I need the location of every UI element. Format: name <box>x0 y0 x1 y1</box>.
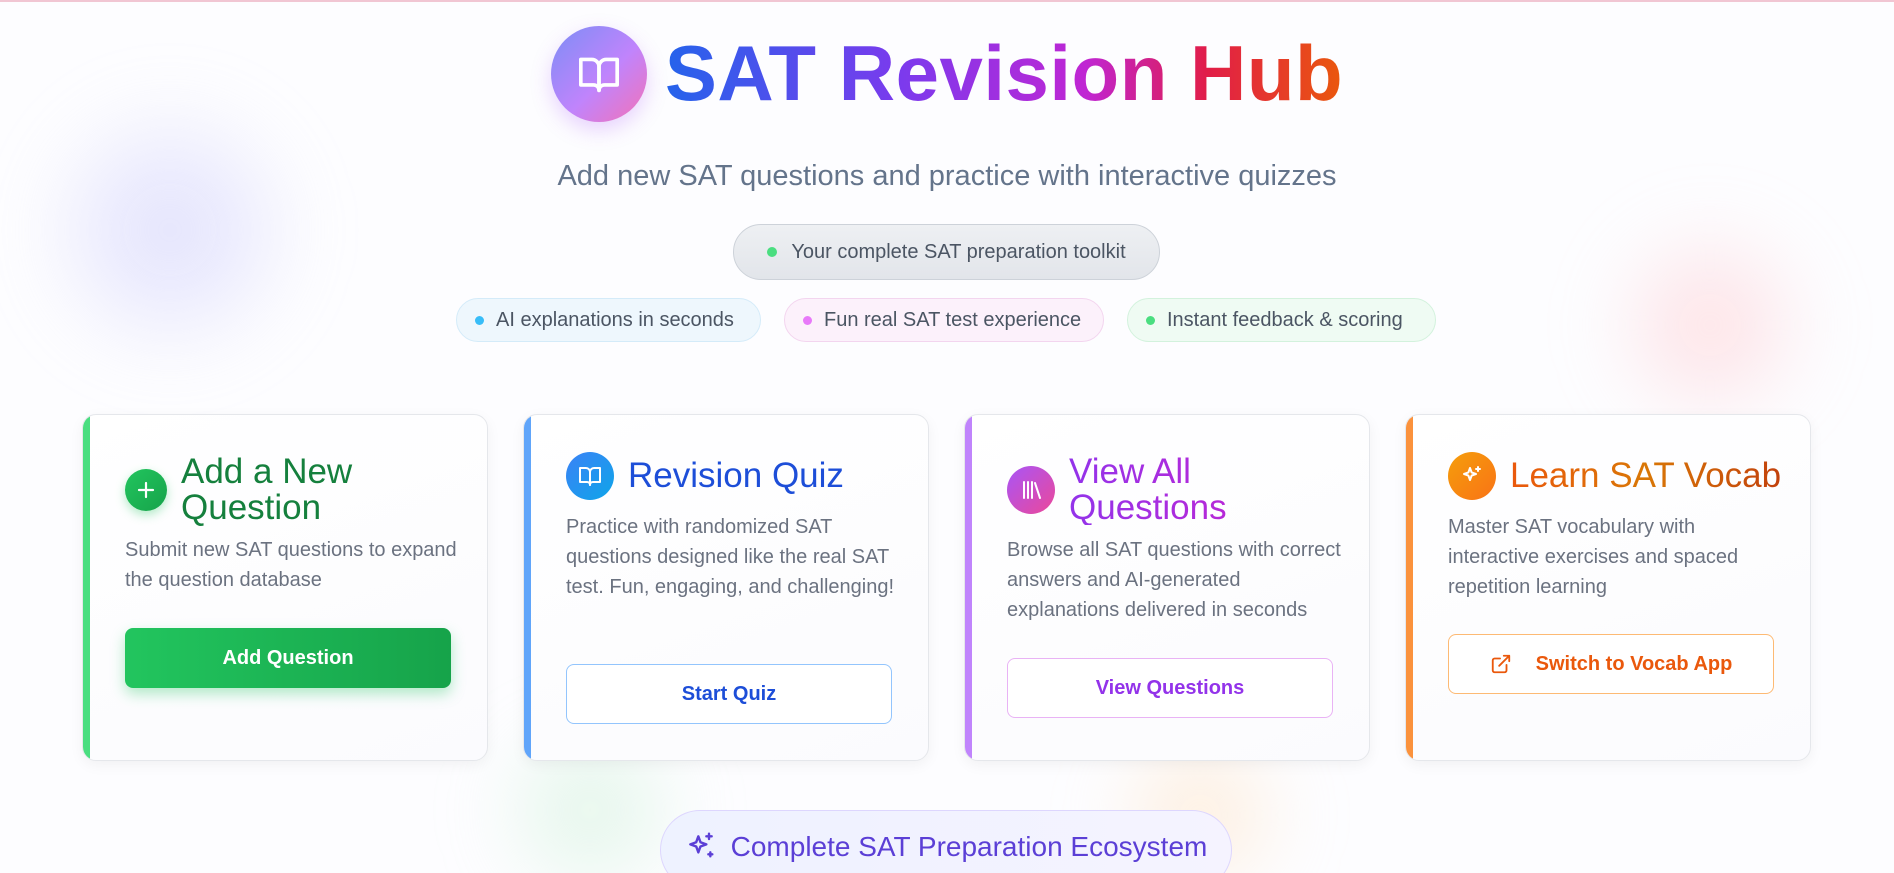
card-view-questions: View All Questions Browse all SAT questi… <box>964 414 1370 761</box>
card-icon-badge <box>1448 452 1496 500</box>
card-add-question: Add a New Question Submit new SAT questi… <box>82 414 488 761</box>
card-description: Browse all SAT questions with correct an… <box>1007 539 1341 621</box>
feature-pill-text: AI explanations in seconds <box>496 308 734 331</box>
sparkles-icon <box>688 832 714 858</box>
card-title: View All Questions <box>1069 454 1269 526</box>
open-book-icon <box>578 57 619 93</box>
feature-pill-real-sat: Fun real SAT test experience <box>784 298 1104 342</box>
card-learn-vocab: Learn SAT Vocab Master SAT vocabulary wi… <box>1405 414 1811 761</box>
switch-to-vocab-label: Switch to Vocab App <box>1535 652 1733 675</box>
toolkit-badge-text: Your complete SAT preparation toolkit <box>791 240 1126 263</box>
feature-pill-text: Fun real SAT test experience <box>824 308 1082 331</box>
card-title: Revision Quiz <box>628 456 844 496</box>
background-blob <box>20 90 320 370</box>
ecosystem-banner-text: Complete SAT Preparation Ecosystem <box>730 831 1208 862</box>
card-description: Submit new SAT questions to expand the q… <box>125 539 457 591</box>
card-icon-badge <box>566 452 614 500</box>
open-book-icon <box>579 467 601 486</box>
card-description: Practice with randomized SAT questions d… <box>566 516 895 598</box>
card-accent-bar <box>83 415 90 760</box>
status-dot <box>767 247 778 257</box>
background-blob <box>1590 210 1830 440</box>
feature-dot <box>475 315 484 325</box>
card-accent-bar <box>524 415 531 760</box>
switch-to-vocab-button[interactable]: Switch to Vocab App <box>1448 634 1774 694</box>
feature-pill-text: Instant feedback & scoring <box>1167 308 1403 331</box>
feature-dot <box>1146 315 1155 325</box>
card-title: Add a New Question <box>181 452 353 527</box>
plus-icon <box>137 481 155 498</box>
card-accent-bar <box>1406 415 1413 760</box>
feature-pill-instant-feedback: Instant feedback & scoring <box>1127 298 1436 342</box>
sparkle-icon <box>1463 466 1481 481</box>
card-icon-badge <box>1007 465 1055 514</box>
add-question-button[interactable]: Add Question <box>125 628 451 688</box>
card-header: Learn SAT Vocab <box>1448 452 1781 500</box>
card-revision-quiz: Revision Quiz Practice with randomized S… <box>523 414 929 761</box>
library-icon <box>1023 480 1041 499</box>
card-accent-bar <box>965 415 972 760</box>
start-quiz-button[interactable]: Start Quiz <box>566 664 892 724</box>
card-description: Master SAT vocabulary with interactive e… <box>1448 516 1739 598</box>
page-subtitle: Add new SAT questions and practice with … <box>557 160 1337 192</box>
page-title: SAT Revision Hub <box>664 29 1344 118</box>
card-title: Learn SAT Vocab <box>1510 456 1782 496</box>
card-header: Add a New Question <box>125 454 401 525</box>
feature-pill-ai-explanations: AI explanations in seconds <box>456 298 761 342</box>
external-link-icon <box>1491 654 1510 674</box>
card-header: Revision Quiz <box>566 452 844 500</box>
logo-badge <box>550 26 647 122</box>
ecosystem-banner: Complete SAT Preparation Ecosystem <box>660 810 1232 873</box>
feature-dot <box>803 315 812 325</box>
card-header: View All Questions <box>1007 454 1269 525</box>
page-header: SAT Revision Hub <box>0 26 1894 122</box>
toolkit-badge: Your complete SAT preparation toolkit <box>733 224 1160 280</box>
view-questions-button[interactable]: View Questions <box>1007 658 1333 718</box>
top-border-line <box>0 0 1894 2</box>
card-icon-badge <box>125 468 167 511</box>
